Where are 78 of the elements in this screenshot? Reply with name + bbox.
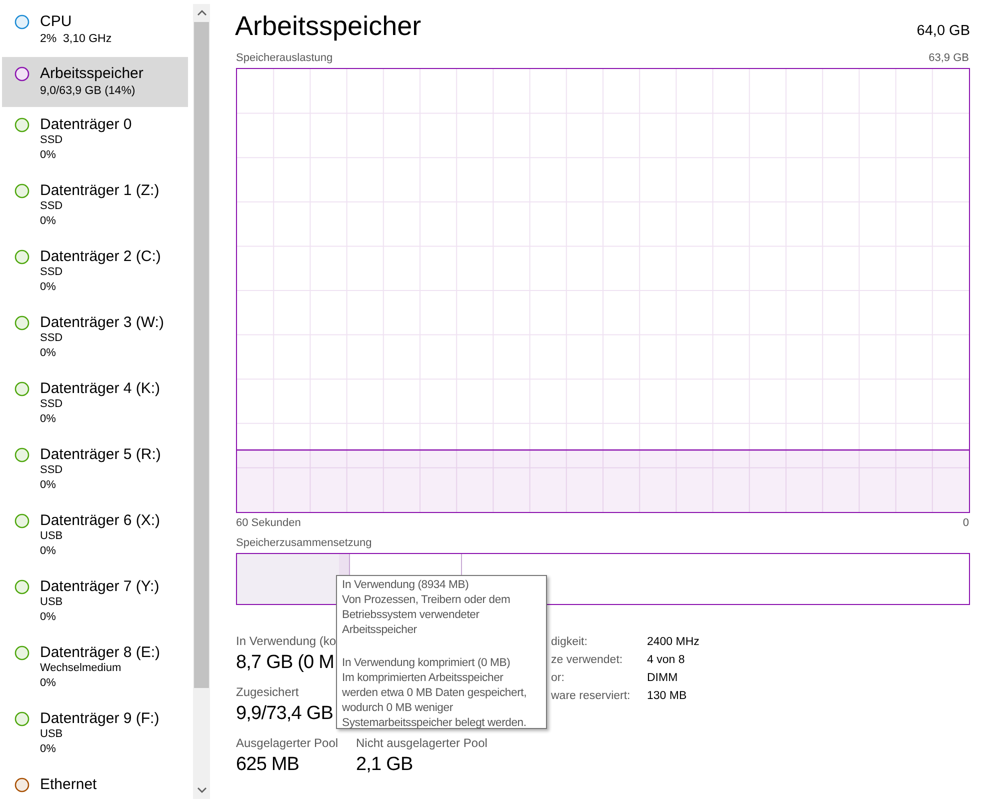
item-title: Arbeitsspeicher [40, 66, 144, 82]
item-subtitle: USB [40, 529, 64, 544]
item-subtitle: USB [40, 595, 64, 610]
graph-min-label: 0 [962, 517, 969, 529]
sidebar-item[interactable]: Datenträger 1 (Z:) SSD 0% [2, 173, 188, 239]
item-subtitle: USB [40, 727, 64, 742]
stat-value: 8,7 GB (0 M [236, 651, 334, 675]
detail-label: ware reserviert: [551, 690, 632, 702]
item-title: Datenträger 0 [40, 117, 132, 133]
sidebar-item[interactable]: Ethernet [2, 767, 188, 801]
detail-value: DIMM [647, 672, 678, 684]
sidebar-item[interactable]: Datenträger 9 (F:) USB 0% [2, 701, 188, 767]
item-title: CPU [40, 14, 73, 30]
item-subtitle: SSD [40, 133, 64, 148]
item-subtitle: SSD [40, 331, 64, 346]
item-title: Datenträger 5 (R:) [40, 447, 161, 463]
item-subtitle: 0% [40, 412, 57, 427]
detail-label: digkeit: [551, 636, 588, 648]
composition-label: Speicherzusammensetzung [236, 537, 372, 549]
item-subtitle: SSD [40, 265, 64, 280]
item-title: Datenträger 7 (Y:) [40, 579, 160, 595]
sidebar-item[interactable]: Datenträger 3 (W:) SSD 0% [2, 305, 188, 371]
composition-segment[interactable] [237, 554, 339, 604]
item-title: Datenträger 6 (X:) [40, 513, 160, 529]
detail-label: or: [551, 672, 566, 684]
item-title: Datenträger 2 (C:) [40, 249, 161, 265]
sidebar-item[interactable]: Datenträger 4 (K:) SSD 0% [2, 371, 188, 437]
graph-label: Speicherauslastung [236, 52, 333, 64]
item-subtitle: 0% [40, 346, 57, 361]
detail-label: ze verwendet: [551, 654, 624, 666]
item-subtitle: Wechselmedium [40, 661, 122, 676]
item-title: Datenträger 9 (F:) [40, 711, 160, 727]
item-subtitle: 0% [40, 742, 57, 757]
sidebar-item[interactable]: Datenträger 7 (Y:) USB 0% [2, 569, 188, 635]
item-title: Ethernet [40, 777, 97, 793]
item-subtitle: SSD [40, 199, 64, 214]
scroll-down-icon[interactable] [196, 786, 206, 794]
item-subtitle: 0% [40, 148, 57, 163]
stat-label: Nicht ausgelagerter Pool [356, 735, 488, 751]
detail-value: 2400 MHz [647, 636, 700, 648]
stat-value: 2,1 GB [356, 753, 413, 777]
item-subtitle: 0% [40, 610, 57, 625]
item-subtitle: 9,0/63,9 GB (14%) [40, 84, 136, 99]
item-subtitle: 0% [40, 676, 57, 691]
detail-value: 4 von 8 [647, 654, 685, 666]
page-title: Arbeitsspeicher [235, 10, 422, 43]
item-subtitle: SSD [40, 463, 64, 478]
time-label: 60 Sekunden [236, 517, 301, 529]
scrollbar[interactable] [193, 4, 210, 799]
tooltip-text: In Verwendung (8934 MB) Von Prozessen, Treibern oder dem Betriebssystem verwendeter Arbeitsspeicher [342, 578, 512, 638]
scroll-up-icon[interactable] [196, 9, 206, 17]
item-title: Datenträger 8 (E:) [40, 645, 160, 661]
total-memory: 64,0 GB [916, 22, 970, 41]
sidebar-item[interactable]: CPU 2% 3,10 GHz [2, 6, 188, 57]
sidebar-item[interactable]: Datenträger 2 (C:) SSD 0% [2, 239, 188, 305]
stat-value: 9,9/73,4 GB [236, 702, 334, 726]
graph-max-label: 63,9 GB [928, 52, 969, 64]
sidebar-item[interactable]: Datenträger 6 (X:) USB 0% [2, 503, 188, 569]
item-subtitle: 2% 3,10 GHz [40, 32, 112, 47]
sidebar-item[interactable]: Datenträger 5 (R:) SSD 0% [2, 437, 188, 503]
item-title: Datenträger 4 (K:) [40, 381, 160, 397]
item-subtitle: 0% [40, 478, 57, 493]
stat-value: 625 MB [236, 753, 300, 777]
tooltip-text: In Verwendung komprimiert (0 MB) Im komprimierten Arbeitsspeicher werden etwa 0 MB Daten gespeichert, wodurch 0 MB weniger Systemarbeitsspeicher belegt werden. [342, 656, 528, 731]
detail-value: 130 MB [647, 690, 687, 702]
item-title: Datenträger 1 (Z:) [40, 183, 160, 199]
stat-label: In Verwendung (ko [236, 633, 336, 649]
sidebar-item[interactable]: Datenträger 0 SSD 0% [2, 107, 188, 173]
item-subtitle: 0% [40, 544, 57, 559]
item-subtitle: SSD [40, 397, 64, 412]
item-title: Datenträger 3 (W:) [40, 315, 164, 331]
item-subtitle: 0% [40, 214, 57, 229]
item-subtitle: 0% [40, 280, 57, 295]
stat-label: Zugesichert [236, 684, 299, 700]
scrollbar-thumb[interactable] [194, 22, 209, 688]
sidebar-item[interactable]: Datenträger 8 (E:) Wechselmedium 0% [2, 635, 188, 701]
sidebar-item[interactable]: Arbeitsspeicher 9,0/63,9 GB (14%) [2, 57, 188, 107]
stat-label: Ausgelagerter Pool [236, 735, 338, 751]
